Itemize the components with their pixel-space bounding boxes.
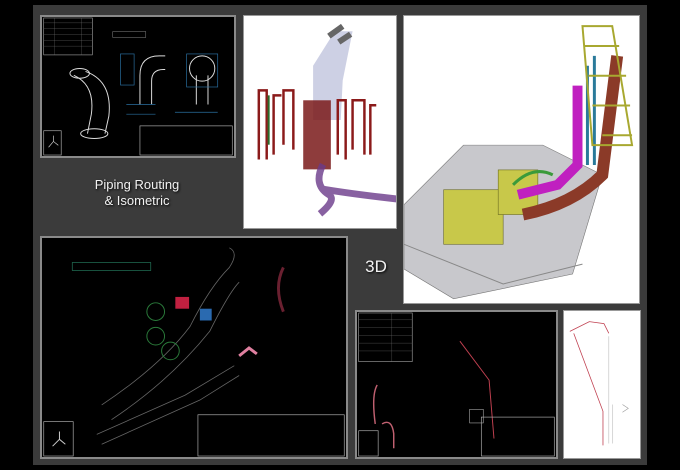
3d-render-exhaust-support	[243, 15, 397, 229]
caption-piping-routing: Piping Routing & Isometric	[72, 177, 202, 209]
isometric-print	[563, 310, 641, 459]
caption-line-2: & Isometric	[104, 193, 170, 208]
axis-triad-icon	[48, 135, 59, 148]
pipe-isometric-drawing	[43, 247, 345, 457]
engine-room-render	[404, 25, 634, 300]
caption-line-1: Piping Routing	[94, 177, 180, 192]
axis-triad-icon	[52, 431, 66, 447]
cad-drawing-elbow-detail	[40, 15, 236, 158]
cad-drawing-pipe-isometric	[40, 236, 348, 459]
isometric-print-drawing	[569, 321, 629, 446]
exhaust-support-render	[257, 23, 396, 217]
caption-3d: 3D	[365, 257, 387, 276]
elbow-drawing	[43, 17, 233, 156]
exhaust-isometric-drawing	[358, 312, 555, 457]
3d-render-engine-room	[403, 15, 640, 304]
cad-drawing-exhaust-isometric	[355, 310, 558, 459]
